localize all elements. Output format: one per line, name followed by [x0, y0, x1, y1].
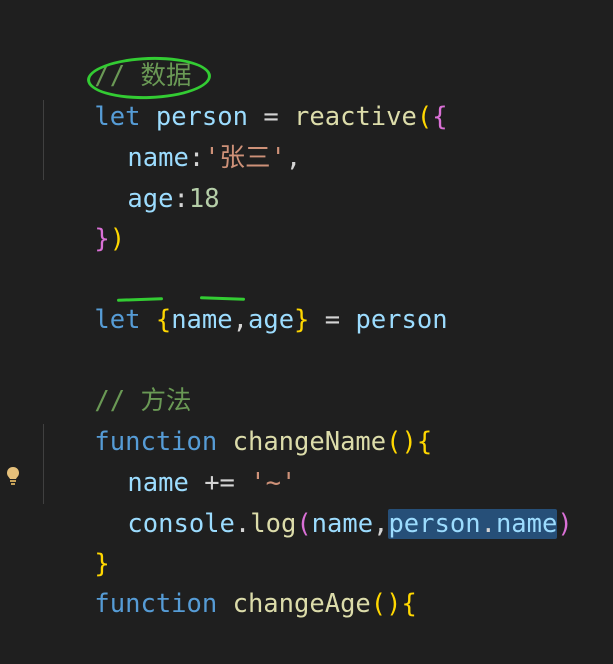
function-name: changeAge [217, 589, 371, 619]
code-line-5[interactable]: }) [33, 179, 125, 254]
comma: , [373, 509, 389, 539]
bracket: ) [109, 224, 126, 254]
lightbulb-icon[interactable] [6, 466, 20, 486]
comma: , [232, 305, 248, 335]
identifier-person: person [388, 509, 481, 539]
bracket: ) [557, 509, 573, 539]
code-line-3[interactable]: name:'张三', [66, 98, 301, 173]
identifier-console: console [127, 509, 235, 539]
comma: , [285, 143, 302, 173]
code-line-1[interactable]: // 数据 [33, 16, 191, 91]
bracket: { [155, 305, 172, 335]
bracket: ( [296, 509, 312, 539]
code-line-12[interactable]: console.log(name,person.name) [66, 464, 573, 539]
identifier-person: person [355, 305, 448, 335]
bracket: { [416, 427, 433, 457]
identifier-name: name [311, 509, 374, 539]
selection-highlight: person.name [388, 509, 558, 539]
bracket: { [432, 102, 448, 132]
code-line-14[interactable]: function changeAge(){ [33, 544, 416, 619]
bracket: } [94, 224, 110, 254]
function-log: log [250, 509, 297, 539]
code-line-11[interactable]: name += '~' [66, 423, 296, 498]
code-line-9[interactable]: // 方法 [33, 341, 191, 416]
keyword-let: let [94, 305, 141, 335]
bracket: () [386, 427, 417, 457]
operator-assign: = [309, 305, 356, 335]
identifier-age: age [247, 305, 295, 335]
property-name: name [495, 509, 558, 539]
colon: : [173, 184, 189, 214]
function-reactive: reactive [294, 102, 417, 132]
bracket: ( [416, 102, 433, 132]
code-line-13[interactable]: } [33, 504, 109, 579]
code-line-10[interactable]: function changeName(){ [33, 382, 432, 457]
bracket: } [294, 305, 310, 335]
identifier-name: name [171, 305, 233, 335]
keyword-function: function [94, 589, 218, 619]
dot: . [234, 509, 251, 539]
property-age: age [127, 184, 174, 214]
code-editor[interactable]: // 数据 let person = reactive({ name:'张三',… [0, 0, 613, 619]
number-value: 18 [188, 184, 220, 214]
code-line-4[interactable]: age:18 [66, 139, 219, 214]
dot: . [480, 509, 496, 539]
bracket: (){ [370, 589, 417, 619]
code-line-7[interactable]: let {name,age} = person [33, 260, 447, 335]
